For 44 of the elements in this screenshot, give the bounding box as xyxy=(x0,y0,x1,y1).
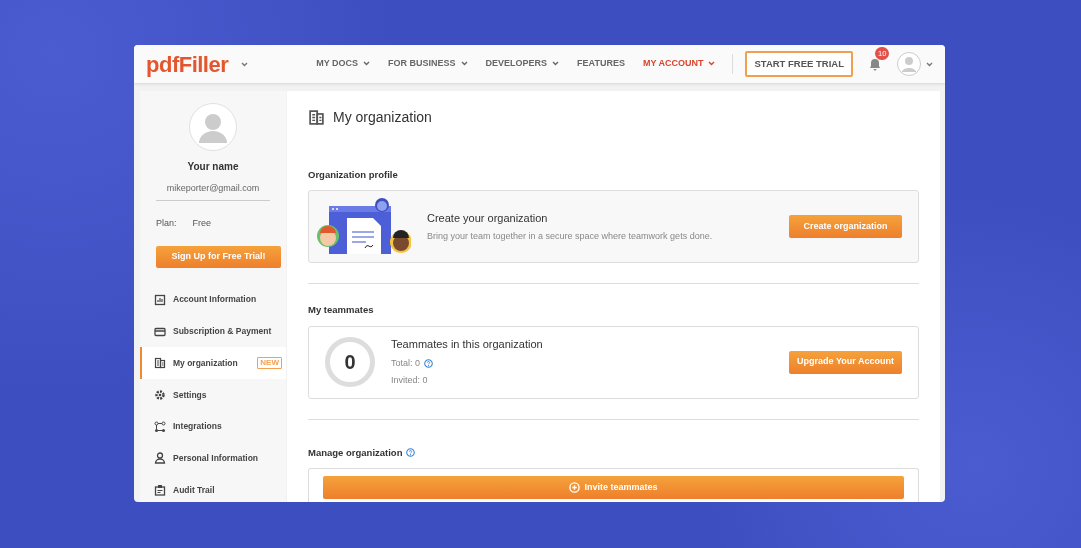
sidebar-item[interactable]: Settings xyxy=(140,379,286,411)
invited-count: Invited: 0 xyxy=(391,374,429,388)
card-text: Bring your team together in a secure space where teamwork gets done. xyxy=(427,230,713,244)
card-title: Create your organization xyxy=(427,210,549,226)
section-heading: My teammates xyxy=(308,303,375,318)
total-count: Total: 0 xyxy=(391,356,421,370)
count-ring: 0 xyxy=(325,337,375,387)
sidebar-item[interactable]: My organization NEW xyxy=(140,347,286,380)
nav-link[interactable]: FOR BUSINESS xyxy=(379,57,477,71)
sidebar-item[interactable]: Personal Information xyxy=(140,442,286,475)
person-icon xyxy=(154,452,166,465)
nav-link[interactable]: DEVELOPERS xyxy=(476,57,569,71)
new-badge: NEW xyxy=(257,357,282,370)
nodes-icon xyxy=(154,420,166,433)
sidebar-item[interactable]: Integrations xyxy=(140,410,286,443)
caret-icon xyxy=(926,61,933,67)
sidebar-item[interactable]: Audit Trail xyxy=(140,474,286,502)
card-title: Teammates in this organization xyxy=(391,337,543,353)
card-icon xyxy=(154,325,166,338)
plus-icon xyxy=(569,481,581,493)
building-icon xyxy=(154,357,166,370)
nav-link[interactable]: MY DOCS xyxy=(307,57,380,71)
logo[interactable]: pdfFiller xyxy=(146,47,229,81)
caret-icon xyxy=(241,62,249,68)
page-title: My organization xyxy=(333,108,432,127)
bell-icon[interactable] xyxy=(869,58,881,72)
building-icon xyxy=(308,109,325,126)
plan-value: Free xyxy=(192,216,212,230)
plan-label: Plan: xyxy=(156,216,177,230)
start-trial-button[interactable]: START FREE TRIAL xyxy=(745,50,853,78)
clipboard-icon xyxy=(154,483,166,496)
chart-icon xyxy=(154,293,166,306)
section-heading: Manage organization xyxy=(308,445,403,460)
nav-link[interactable]: MY ACCOUNT xyxy=(633,57,725,71)
section-heading: Organization profile xyxy=(308,168,399,182)
sidebar-item[interactable]: Account Information xyxy=(140,284,286,316)
gear-icon xyxy=(154,388,166,401)
help-icon[interactable] xyxy=(406,448,416,458)
user-name: Your name xyxy=(187,160,239,174)
sidebar-item[interactable]: Subscription & Payment xyxy=(140,315,286,348)
avatar-icon xyxy=(189,103,237,151)
help-icon[interactable] xyxy=(424,359,434,368)
user-email: mikeporter@gmail.com xyxy=(166,182,260,195)
nav-link[interactable]: FEATURES xyxy=(568,57,634,71)
